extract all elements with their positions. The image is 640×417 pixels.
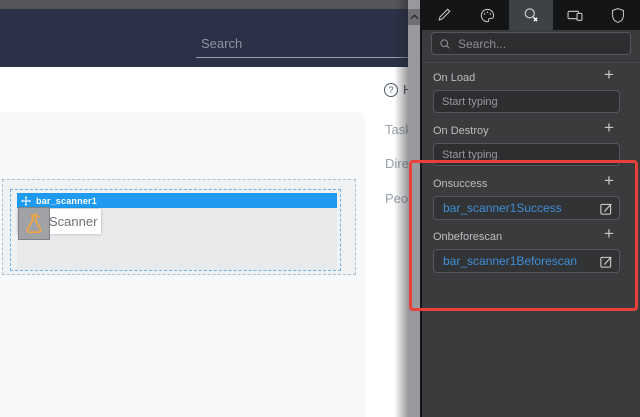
palette-icon <box>479 7 496 24</box>
pencil-icon <box>436 7 452 23</box>
tab-security[interactable] <box>596 0 640 30</box>
shield-icon <box>610 7 626 24</box>
preview-content: H bar_scanner1 Scanner Task Dire Peop <box>0 67 420 417</box>
panel-search-input[interactable] <box>456 36 610 52</box>
edit-script-button[interactable] <box>598 253 615 270</box>
search-icon <box>439 38 451 50</box>
scroll-up-icon <box>410 14 419 20</box>
panel-search-box <box>431 32 631 55</box>
onbeforescan-binding-row: bar_scanner1Beforescan <box>433 249 620 273</box>
tab-properties[interactable] <box>422 0 466 30</box>
top-window-strip <box>0 0 408 9</box>
app-screen: Search H bar_scanner1 Scanner Task <box>0 0 640 417</box>
panel-tabbar <box>422 0 640 30</box>
add-event-icon[interactable] <box>601 120 617 136</box>
ondestroy-input[interactable] <box>433 143 620 166</box>
events-panel: On Load On Destroy Onsuccess bar_scanner… <box>420 0 640 417</box>
edit-script-icon <box>599 254 614 269</box>
help-icon <box>384 83 398 97</box>
add-event-icon[interactable] <box>601 67 617 83</box>
vertical-scrollbar[interactable] <box>408 0 420 417</box>
onsuccess-binding-row: bar_scanner1Success <box>433 196 620 220</box>
tab-styles[interactable] <box>466 0 510 30</box>
preview-app-header: Search <box>0 9 420 67</box>
section-label-onbeforescan: Onbeforescan <box>433 231 502 243</box>
panel-divider <box>422 62 640 63</box>
edit-script-icon <box>599 201 614 216</box>
page-item-directory[interactable]: Dire <box>385 156 409 171</box>
add-event-icon[interactable] <box>601 226 617 242</box>
section-label-onsuccess: Onsuccess <box>433 178 487 190</box>
section-label-ondestroy: On Destroy <box>433 125 489 137</box>
section-label-onload: On Load <box>433 72 475 84</box>
add-event-icon[interactable] <box>601 173 617 189</box>
selected-widget-titlebar[interactable]: bar_scanner1 <box>17 193 337 208</box>
preview-search-input[interactable]: Search <box>196 36 408 58</box>
onbeforescan-script-link[interactable]: bar_scanner1Beforescan <box>443 254 577 268</box>
devices-icon <box>566 6 584 24</box>
move-icon <box>21 196 31 206</box>
edit-script-button[interactable] <box>598 200 615 217</box>
flask-icon <box>22 212 46 236</box>
tab-devices[interactable] <box>553 0 597 30</box>
widget-drag-handle[interactable] <box>18 207 50 240</box>
onload-input[interactable] <box>433 90 620 113</box>
onsuccess-script-link[interactable]: bar_scanner1Success <box>443 201 562 215</box>
widget-name-label: bar_scanner1 <box>36 196 97 206</box>
magnifier-x-icon <box>522 6 540 24</box>
tab-events[interactable] <box>509 0 553 30</box>
scroll-up-button[interactable] <box>408 9 420 25</box>
